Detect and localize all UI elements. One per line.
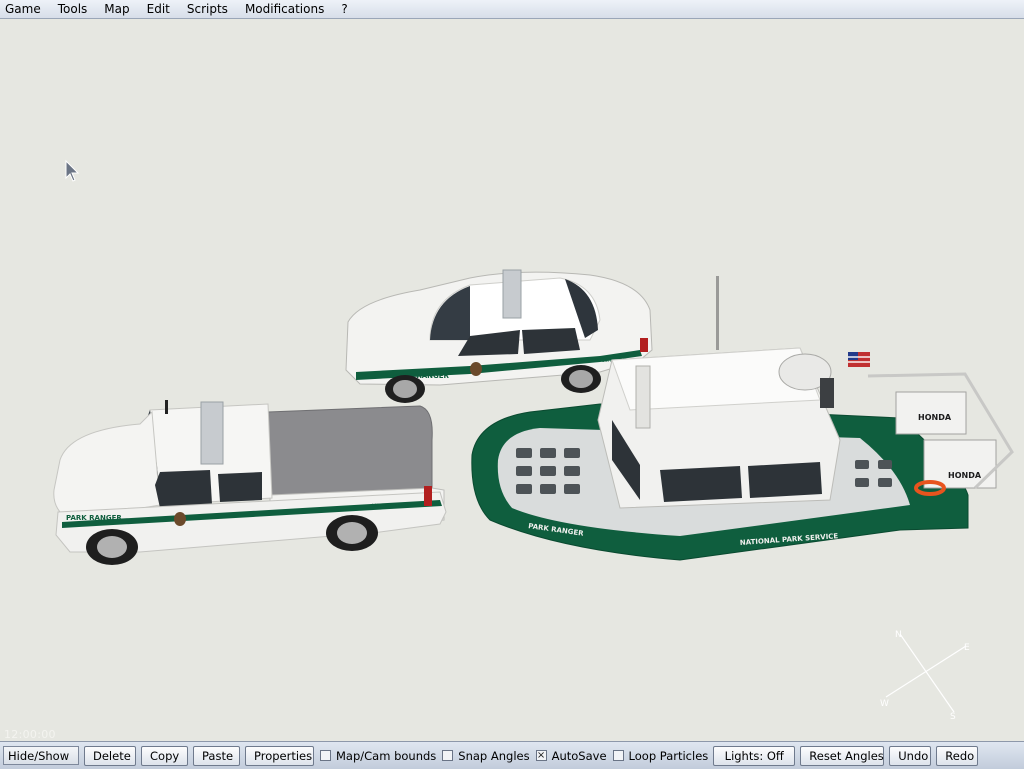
redo-button[interactable]: Redo: [936, 745, 979, 766]
editor-toolbar: Hide/Show Delete Copy Paste Properties M…: [0, 741, 1024, 769]
ranger-sedan[interactable]: US PARK RANGER LAW ENFORCEMENT: [345, 269, 653, 403]
editor-viewport[interactable]: US PARK RANGER LAW ENFORCEMENT: [0, 19, 1024, 740]
menu-help-label: ?: [341, 2, 348, 16]
game-clock: 12:00:00: [4, 728, 56, 741]
autosave-box[interactable]: ×: [535, 750, 547, 761]
map-cam-bounds-label: Map/Cam bounds: [336, 748, 437, 763]
menu-help[interactable]: ?: [335, 0, 358, 18]
undo-button[interactable]: Undo: [889, 745, 932, 766]
menu-scripts[interactable]: Scripts: [181, 0, 239, 18]
snap-angles-label: Snap Angles: [458, 748, 530, 763]
map-cam-bounds-box[interactable]: [320, 750, 331, 761]
compass-south: S: [950, 712, 956, 722]
menu-modifications-label: Modifications: [244, 2, 325, 16]
menu-scripts-label: Scripts: [186, 2, 228, 16]
properties-button[interactable]: Properties: [245, 745, 314, 766]
menu-game[interactable]: Game: [0, 0, 52, 18]
loop-particles-box[interactable]: [612, 750, 624, 761]
mouse-cursor-icon: [65, 159, 80, 182]
snap-angles-checkbox[interactable]: Snap Angles: [442, 748, 530, 763]
menu-tools[interactable]: Tools: [52, 0, 99, 18]
compass-east: E: [964, 643, 970, 653]
menu-map-label: Map: [104, 2, 130, 16]
menu-bar: Game Tools Map Edit Scripts Modification…: [0, 0, 1024, 19]
compass-north: N: [895, 630, 902, 640]
engine-brand-text-2: HONDA: [948, 471, 982, 480]
reset-angles-button[interactable]: Reset Angles: [800, 745, 885, 766]
delete-button[interactable]: Delete: [84, 745, 136, 766]
menu-map[interactable]: Map: [98, 0, 140, 18]
menu-tools-label: Tools: [57, 2, 88, 16]
autosave-label: AutoSave: [551, 748, 607, 763]
ranger-pickup[interactable]: PARK RANGER LAW ENFORCEMENT: [53, 400, 447, 565]
menu-game-label: Game: [5, 2, 41, 16]
engine-brand-text: HONDA: [918, 413, 952, 422]
copy-button[interactable]: Copy: [141, 745, 188, 766]
loop-particles-label: Loop Particles: [628, 748, 709, 763]
pickup-side-text: LAW ENFORCEMENT: [372, 503, 413, 508]
menu-edit-label: Edit: [146, 2, 170, 16]
menu-edit[interactable]: Edit: [141, 0, 181, 18]
lights-toggle-button[interactable]: Lights: Off: [713, 745, 796, 766]
compass-west: W: [880, 699, 889, 709]
loop-particles-checkbox[interactable]: Loop Particles: [612, 748, 709, 763]
pickup-decal-text: PARK RANGER: [66, 514, 122, 522]
map-cam-bounds-checkbox[interactable]: Map/Cam bounds: [320, 749, 436, 763]
paste-button[interactable]: Paste: [193, 745, 240, 766]
compass-rose-icon: N E S W: [880, 630, 970, 722]
autosave-checkbox[interactable]: × AutoSave: [535, 748, 607, 763]
scene-canvas[interactable]: US PARK RANGER LAW ENFORCEMENT: [0, 19, 1024, 740]
menu-modifications[interactable]: Modifications: [239, 0, 335, 18]
snap-angles-box[interactable]: [442, 750, 454, 761]
hide-show-field[interactable]: Hide/Show: [3, 746, 79, 765]
